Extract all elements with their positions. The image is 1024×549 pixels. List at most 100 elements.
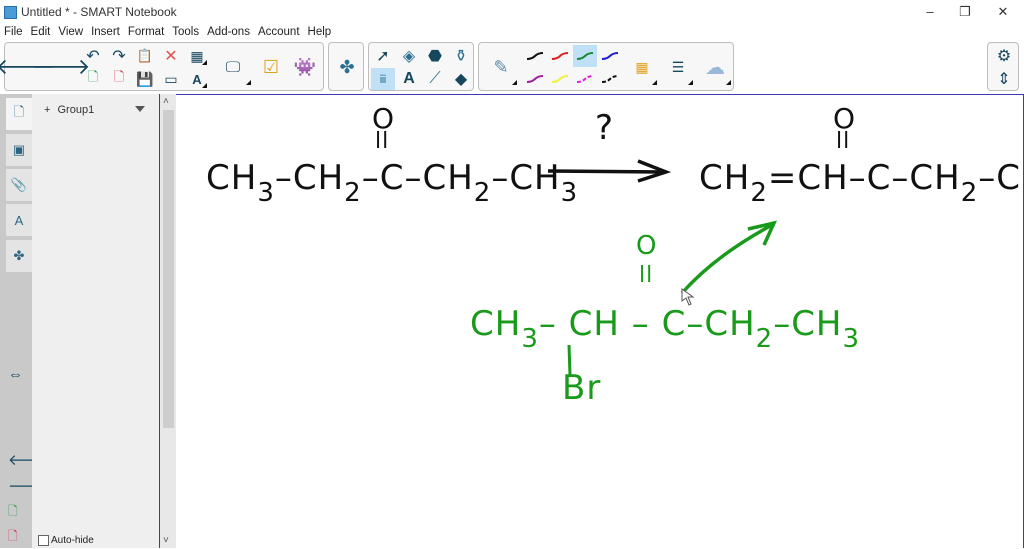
- line-style-button[interactable]: ☰: [661, 47, 695, 87]
- undo-button[interactable]: ↶: [81, 45, 105, 67]
- line-tool[interactable]: ⟋: [423, 68, 447, 90]
- menu-format[interactable]: Format: [124, 24, 168, 41]
- close-button[interactable]: ✕: [988, 4, 1018, 20]
- color-palette-button[interactable]: ▦: [625, 47, 659, 87]
- shapes-tool[interactable]: ◈: [397, 45, 421, 67]
- menu-insert[interactable]: Insert: [87, 24, 124, 41]
- formula-subscript: 2: [473, 178, 492, 208]
- paste-button[interactable]: 📋: [133, 45, 157, 67]
- menu-addons[interactable]: Add-ons: [203, 24, 254, 41]
- formula-text: CH: [206, 158, 258, 198]
- move-toolbar-icon[interactable]: ⇕: [990, 68, 1018, 90]
- pen-stroke-icon: [551, 52, 569, 60]
- scroll-thumb[interactable]: [163, 110, 174, 428]
- toolbar: 🡐 🡒 ↶ ↷ 📋 ✕ ▦ 🗋 🗋 💾 ▭ A 🖵 ☑ 👾 ✤ ➚ ◈ ⬣ ⚱ …: [0, 42, 1024, 92]
- menu-view[interactable]: View: [54, 24, 87, 41]
- formula-text: – CH – C–CH: [538, 304, 756, 344]
- page-sorter-tab[interactable]: 🗋: [6, 98, 32, 130]
- response-button[interactable]: ☑: [255, 47, 287, 87]
- text-tool[interactable]: A: [397, 68, 421, 90]
- delete-page-icon[interactable]: 🗋: [8, 527, 18, 548]
- formula-subscript: 3: [842, 324, 861, 354]
- app-icon: [4, 5, 17, 19]
- pen-magenta-button[interactable]: [573, 68, 597, 90]
- autohide-checkbox[interactable]: Auto-hide: [38, 535, 94, 546]
- attachments-tab[interactable]: 📎: [6, 169, 32, 201]
- menu-help[interactable]: Help: [304, 24, 336, 41]
- pen-stroke-icon: [576, 52, 594, 60]
- text-tools-button[interactable]: A: [185, 68, 209, 90]
- pen-yellow-button[interactable]: [548, 68, 572, 90]
- cursor-icon: [681, 288, 695, 306]
- toolbar-group-main: 🡐 🡒 ↶ ↷ 📋 ✕ ▦ 🗋 🗋 💾 ▭ A 🖵 ☑ 👾: [0, 42, 324, 91]
- toolbar-group-tools: ➚ ◈ ⬣ ⚱ ⅲ A ⟋ ◆: [368, 42, 474, 91]
- menu-account[interactable]: Account: [254, 24, 304, 41]
- minimize-button[interactable]: –: [915, 4, 945, 19]
- checkbox-icon[interactable]: [38, 535, 49, 546]
- add-group-icon[interactable]: +: [44, 104, 50, 116]
- pen-black-dashed-button[interactable]: [598, 68, 622, 90]
- pen-stroke-icon: [601, 52, 619, 60]
- regular-polygon-tool[interactable]: ⬣: [423, 45, 447, 67]
- fill-effects-button[interactable]: ☁: [697, 47, 733, 87]
- formula-text: –CH: [491, 158, 561, 198]
- table-button[interactable]: ▦: [185, 45, 209, 67]
- delete-page-button[interactable]: 🗋: [107, 68, 131, 90]
- toolbar-group-addons: ✤: [328, 42, 364, 91]
- intermediate-double-bond: ll: [639, 263, 654, 288]
- save-button[interactable]: 💾: [133, 68, 157, 90]
- whiteboard-canvas[interactable]: ? O ll CH3–CH2–C–CH2–CH3 O ll CH2=CH–C–C…: [176, 94, 1024, 548]
- menu-edit[interactable]: Edit: [27, 24, 55, 41]
- pen-red-button[interactable]: [548, 45, 572, 67]
- vertical-scrollbar[interactable]: ˄ ˅: [159, 94, 176, 548]
- display-button[interactable]: 🖵: [213, 47, 253, 87]
- scroll-up-icon[interactable]: ˄: [163, 96, 169, 107]
- scroll-down-icon[interactable]: ˅: [163, 535, 169, 546]
- resize-sidebar-icon[interactable]: ⇔: [8, 366, 23, 383]
- pen-stroke-icon: [576, 75, 594, 83]
- pen-blue-button[interactable]: [598, 45, 622, 67]
- puzzle-icon[interactable]: ✤: [331, 51, 363, 83]
- addons-tab[interactable]: ✤: [6, 240, 32, 272]
- formula-text: –C–CH: [361, 158, 474, 198]
- pen-green-button[interactable]: [573, 45, 597, 67]
- next-page-button[interactable]: 🡒: [32, 51, 91, 83]
- autohide-label: Auto-hide: [51, 535, 94, 546]
- menu-file[interactable]: File: [0, 24, 27, 41]
- fill-tool[interactable]: ⚱: [449, 45, 473, 67]
- bromine-substituent: Br: [562, 368, 602, 408]
- screen-shade-button[interactable]: ▭: [159, 68, 183, 90]
- addons-button[interactable]: 👾: [289, 47, 321, 87]
- gallery-tab[interactable]: ▣: [6, 134, 32, 166]
- pen-stroke-icon: [601, 75, 619, 83]
- add-page-button[interactable]: 🗋: [81, 68, 105, 90]
- formula-subscript: 3: [257, 178, 275, 208]
- green-arrow: [680, 223, 773, 295]
- select-tool[interactable]: ➚: [371, 45, 395, 67]
- pen-purple-button[interactable]: [523, 68, 547, 90]
- pen-stroke-icon: [526, 75, 544, 83]
- formula-text: CH: [470, 304, 522, 344]
- redo-button[interactable]: ↷: [107, 45, 131, 67]
- formula-text: –CH: [978, 158, 1024, 198]
- title-bar: Untitled * - SMART Notebook – ❐ ✕: [0, 0, 1024, 24]
- delete-button[interactable]: ✕: [159, 45, 183, 67]
- group-header[interactable]: + Group1: [44, 104, 94, 116]
- formula-subscript: 2: [344, 178, 362, 208]
- formula-text: =CH–C–CH: [767, 158, 961, 198]
- lines-tool[interactable]: ⅲ: [371, 68, 395, 90]
- pen-black-button[interactable]: [523, 45, 547, 67]
- add-page-icon[interactable]: 🗋: [8, 502, 18, 523]
- menu-tools[interactable]: Tools: [168, 24, 203, 41]
- pen-icon[interactable]: ✎: [483, 47, 519, 87]
- restore-button[interactable]: ❐: [950, 4, 980, 20]
- eraser-tool[interactable]: ◆: [449, 68, 473, 90]
- toolbar-group-pens: ✎ ▦ ☰ ☁: [478, 42, 734, 91]
- gear-icon[interactable]: ⚙: [990, 45, 1018, 67]
- formula-subscript: 3: [521, 324, 539, 354]
- group-dropdown-icon[interactable]: [135, 106, 145, 112]
- product-formula: CH2=CH–C–CH2–CH3: [699, 161, 1024, 206]
- formula-text: –CH: [274, 158, 345, 198]
- properties-tab[interactable]: A: [6, 204, 32, 236]
- product-double-bond: ll: [836, 129, 851, 154]
